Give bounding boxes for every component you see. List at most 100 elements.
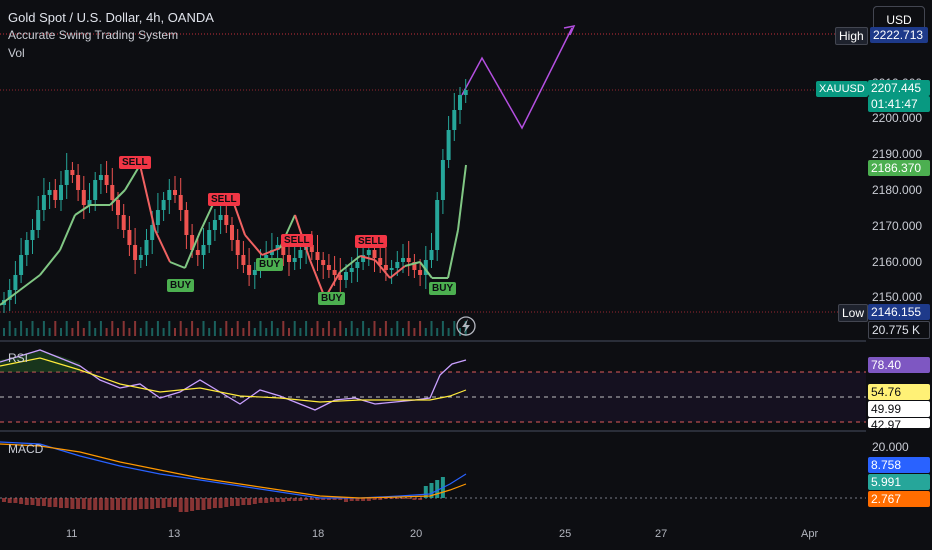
candle-body <box>59 185 63 200</box>
price-tick-2180: 2180.000 <box>872 183 923 197</box>
macd-histogram-bar <box>401 498 405 499</box>
buy-signal-4: BUY <box>429 282 457 295</box>
volume-bar <box>299 328 302 336</box>
volume-bar <box>236 321 239 336</box>
volume-bar <box>248 321 251 336</box>
pane-divider-macd[interactable] <box>0 430 932 432</box>
candle-body <box>64 170 69 185</box>
volume-tag: 20.775 K <box>868 321 930 339</box>
price-tick-2160: 2160.000 <box>872 255 923 269</box>
swing-trend-segment <box>19 274 41 291</box>
candle-body <box>389 268 394 270</box>
volume-bar <box>179 321 182 336</box>
indicator-legend-volume[interactable]: Vol <box>8 46 25 60</box>
volume-bar <box>213 321 216 336</box>
macd-histogram-bar <box>2 498 6 502</box>
macd-histogram-bar <box>173 498 177 507</box>
volume-bar <box>128 328 131 336</box>
volume-bar <box>20 321 23 336</box>
candle-body <box>332 270 337 275</box>
volume-bar <box>407 321 410 336</box>
macd-histogram-bar <box>235 498 240 506</box>
volume-bar <box>282 321 285 336</box>
candle-body <box>395 262 400 268</box>
candle-body <box>429 250 434 260</box>
macd-histogram-bar <box>30 498 35 505</box>
indicator-legend-swing[interactable]: Accurate Swing Trading System <box>8 28 178 42</box>
volume-bar <box>31 321 34 336</box>
macd-value-tag: 8.758 <box>868 457 930 473</box>
volume-bar <box>384 321 387 336</box>
volume-bar <box>99 321 102 336</box>
volume-bar <box>305 321 308 336</box>
macd-pane-title[interactable]: MACD <box>8 442 43 456</box>
macd-histogram-bar <box>383 498 388 499</box>
candle-body <box>70 170 75 175</box>
volume-bar <box>111 321 114 336</box>
volume-bar <box>139 328 142 336</box>
volume-bar <box>71 328 74 336</box>
candle-body <box>224 215 229 225</box>
candle-body <box>418 270 423 275</box>
volume-bar <box>396 321 399 336</box>
volume-bar <box>231 328 233 336</box>
volume-bar <box>413 328 416 336</box>
candle-body <box>144 240 149 255</box>
time-label-20: 20 <box>410 528 423 540</box>
rsi-pane-title[interactable]: RSI <box>8 351 28 365</box>
candle-body <box>53 190 58 200</box>
current-price-tag: 2207.445 <box>868 80 930 96</box>
sell-signal-3: SELL <box>281 234 313 247</box>
rsi-mid-tag: 49.99 <box>868 401 930 417</box>
macd-histogram-bar <box>93 498 98 510</box>
candle-body <box>452 110 457 130</box>
candle-body <box>406 258 411 262</box>
volume-bar <box>242 328 245 336</box>
swing-trend-segment <box>169 261 186 269</box>
price-chart-canvas[interactable] <box>0 0 866 550</box>
candle-body <box>230 225 234 240</box>
volume-bar <box>105 328 108 336</box>
macd-histogram-bar <box>81 498 86 509</box>
volume-bar <box>276 328 279 336</box>
volume-bar <box>42 321 45 336</box>
macd-histogram-bar <box>178 498 183 512</box>
projection-path <box>461 27 573 130</box>
chart-area[interactable]: SELL SELL SELL SELL BUY BUY BUY BUY Gold… <box>0 0 866 550</box>
swing-trend-segment <box>59 214 76 251</box>
pane-divider-rsi[interactable] <box>0 340 932 342</box>
symbol-title[interactable]: Gold Spot / U.S. Dollar, 4h, OANDA <box>8 10 214 25</box>
time-label-13: 13 <box>168 528 181 540</box>
volume-bar <box>14 328 17 336</box>
macd-histogram-bar <box>252 498 257 504</box>
volume-bar <box>441 321 444 336</box>
volume-bar <box>402 328 404 336</box>
candle-body <box>195 250 200 255</box>
swing-trend-segment <box>457 164 467 231</box>
candle-body <box>218 215 223 220</box>
candle-body <box>383 265 388 270</box>
macd-histogram-bar <box>19 498 24 504</box>
volume-bar <box>185 328 188 336</box>
candle-body <box>161 200 166 210</box>
volume-bar <box>419 321 422 336</box>
volume-bar <box>379 328 382 336</box>
volume-bar <box>367 328 370 336</box>
candle-body <box>401 258 405 262</box>
macd-histogram-bar <box>161 498 166 508</box>
macd-histogram-bar <box>167 498 172 507</box>
volume-bar <box>390 328 393 336</box>
macd-histogram-bar <box>98 498 103 510</box>
candle-body <box>133 245 138 260</box>
candle-body <box>458 95 462 110</box>
macd-histogram-bar <box>269 498 274 502</box>
swing-trend-segment <box>39 249 61 276</box>
volume-bar <box>196 328 199 336</box>
rsi-value-tag: 78.40 <box>868 357 930 373</box>
candle-body <box>241 255 246 265</box>
swing-trend-segment <box>244 234 263 256</box>
volume-bar <box>430 321 433 336</box>
buy-signal-3: BUY <box>318 292 346 305</box>
macd-histogram-bar <box>127 498 132 510</box>
candle-body <box>440 160 445 200</box>
